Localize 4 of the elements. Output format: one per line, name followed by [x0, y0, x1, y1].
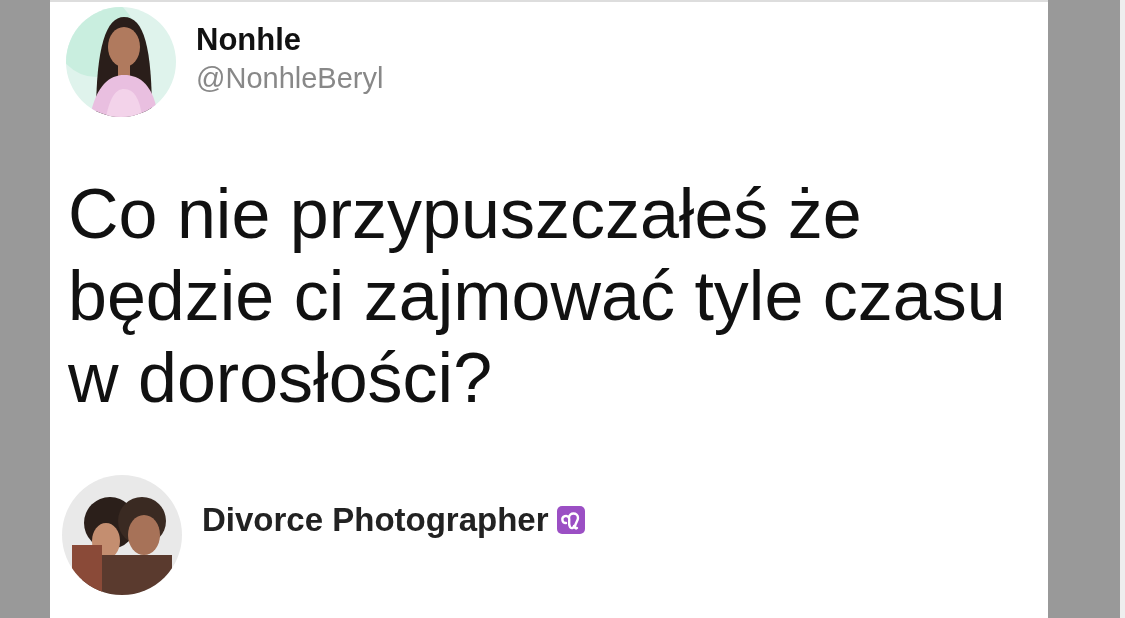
author-name[interactable]: Divorce Photographer — [202, 501, 549, 539]
author-name[interactable]: Nonhle — [196, 21, 384, 58]
tweet-text: Co nie przypuszczałeś że będzie ci zajmować tyle czasu w dorosłości? — [68, 174, 1007, 419]
author-handle[interactable]: @NonhleBeryl — [196, 61, 384, 95]
